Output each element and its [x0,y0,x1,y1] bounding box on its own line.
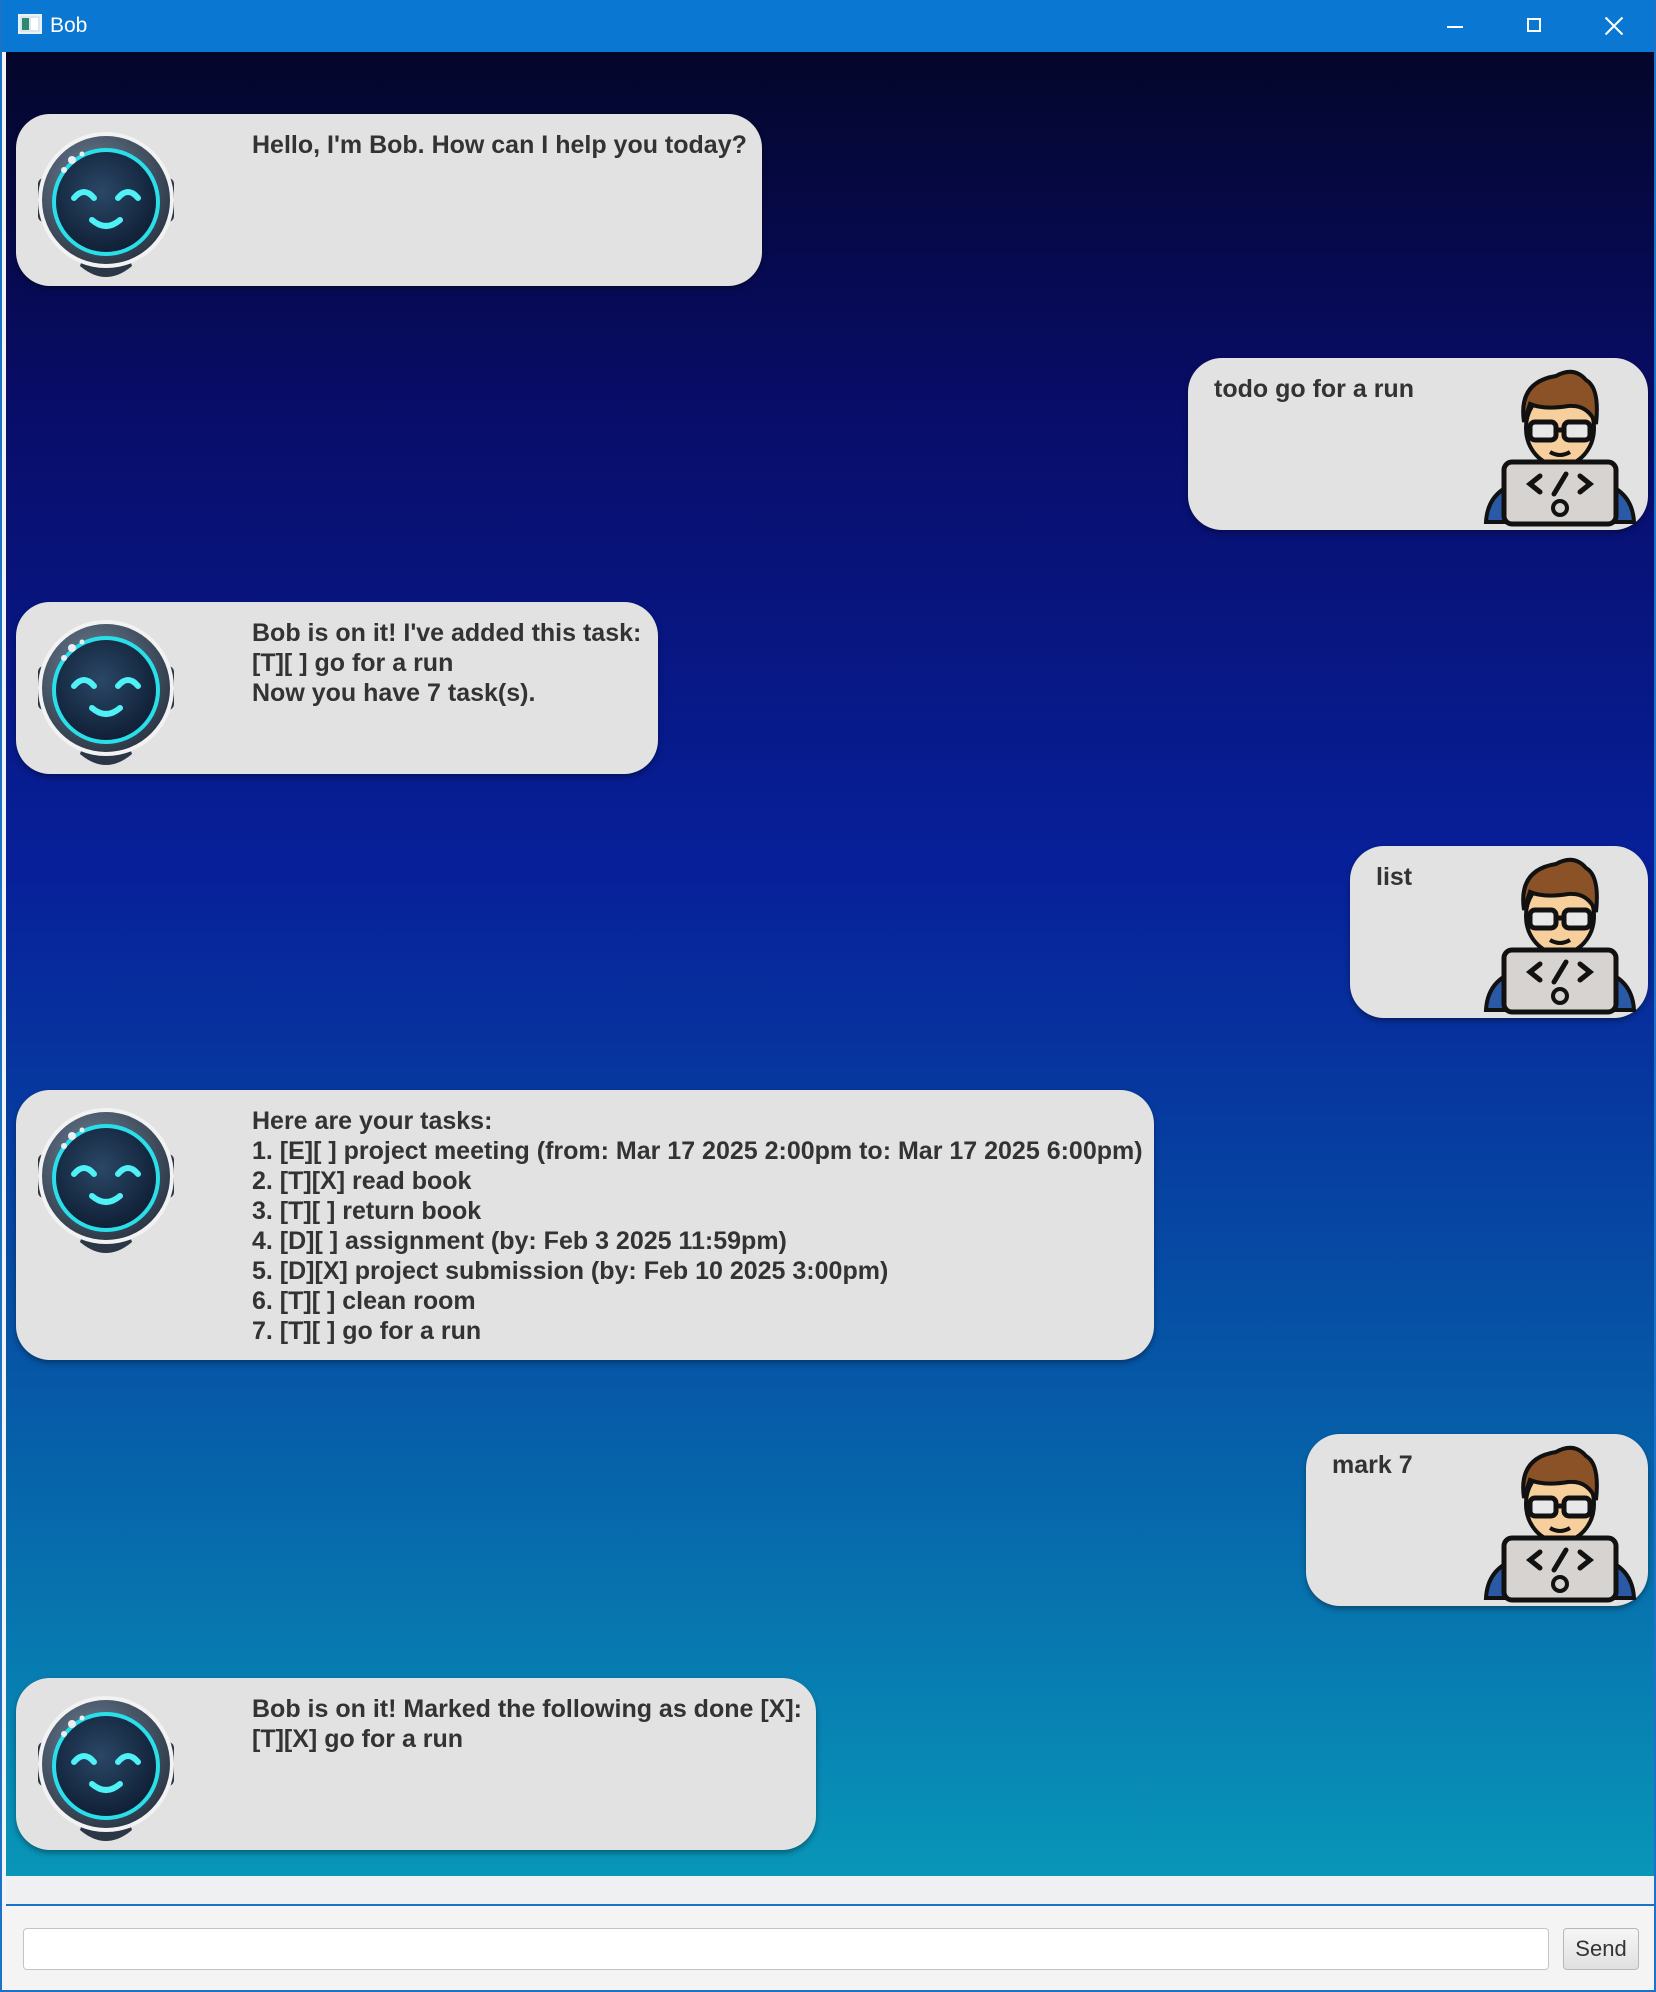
user-message-text: todo go for a run [1214,375,1414,403]
input-bar: Send [6,1906,1654,1990]
user-message-text: mark 7 [1332,1451,1413,1479]
programmer-avatar-icon [1474,846,1646,1018]
programmer-avatar-icon [1474,358,1646,530]
close-icon [1604,16,1624,36]
minimize-button[interactable] [1414,0,1494,52]
user-message-text: list [1376,863,1413,891]
bot-message-text: Here are your tasks: 1. [E][ ] project m… [252,1107,1143,1345]
user-message-bubble: mark 7 [1306,1434,1648,1606]
bot-message-bubble: Here are your tasks: 1. [E][ ] project m… [16,1090,1154,1360]
bot-message-bubble: Bob is on it! Marked the following as do… [16,1678,816,1850]
minimize-icon [1447,26,1463,28]
maximize-button[interactable] [1494,0,1574,52]
programmer-avatar-icon [1474,1434,1646,1606]
bot-message-bubble: Bob is on it! I've added this task: [T][… [16,602,658,774]
title-bar[interactable]: Bob [2,0,1654,52]
send-button[interactable]: Send [1563,1928,1639,1970]
robot-avatar-icon [20,1092,192,1264]
app-window-icon [18,14,42,34]
user-message-bubble: list [1350,846,1648,1018]
bot-message-text: Bob is on it! I've added this task: [T][… [252,619,642,707]
dialog-scroll-area[interactable]: Hello, I'm Bob. How can I help you today… [6,52,1654,1876]
horizontal-scrollbar[interactable] [6,1876,1654,1906]
bot-message-text: Bob is on it! Marked the following as do… [252,1695,802,1753]
app-window: Bob Hello, I'm Bob. How can I help you t… [0,0,1656,1992]
bot-message-text: Hello, I'm Bob. How can I help you today… [252,131,747,159]
robot-avatar-icon [20,1680,192,1852]
robot-avatar-icon [20,604,192,776]
robot-avatar-icon [20,116,192,288]
maximize-icon [1527,18,1541,32]
close-button[interactable] [1574,0,1654,52]
user-message-bubble: todo go for a run [1188,358,1648,530]
window-title: Bob [50,14,88,37]
message-input[interactable] [23,1928,1549,1970]
bot-message-bubble: Hello, I'm Bob. How can I help you today… [16,114,762,286]
